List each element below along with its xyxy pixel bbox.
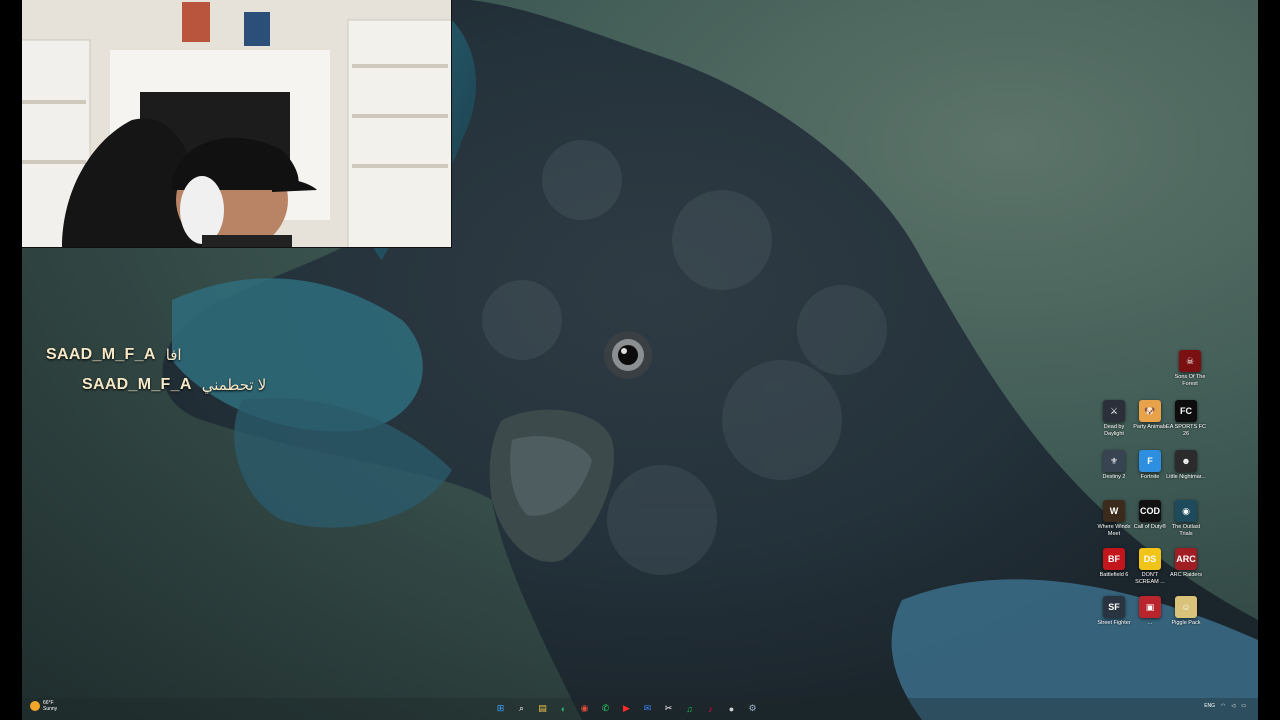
ea-sports-fc-icon: FC bbox=[1175, 400, 1197, 422]
windows-start-icon[interactable]: ⊞ bbox=[492, 700, 509, 717]
party-animals-icon: 🐶 bbox=[1139, 400, 1161, 422]
desktop-shortcut[interactable]: ☻ Little Nightmar... bbox=[1166, 450, 1206, 481]
shortcut-label: Destiny 2 bbox=[1102, 474, 1126, 480]
capcut-icon[interactable]: ✂ bbox=[660, 700, 677, 717]
shortcut-label: Call of Duty® bbox=[1133, 524, 1167, 530]
desktop-icons: ☠ Sons Of The Forest ⚔ Dead by Daylight 🐶 Par… bbox=[1092, 346, 1206, 646]
desktop-shortcut[interactable]: ◉ The Outlast Trials bbox=[1168, 500, 1204, 538]
whatsapp-icon[interactable]: ✆ bbox=[597, 700, 614, 717]
desktop-shortcut[interactable]: ⚔ Dead by Daylight bbox=[1096, 400, 1132, 438]
chat-message: SAAD_M_F_A لا تحطمني bbox=[46, 370, 266, 400]
shortcut-label: Street Fighter bbox=[1097, 620, 1131, 626]
little-nightmares-icon: ☻ bbox=[1175, 450, 1197, 472]
chat-text: افا bbox=[165, 347, 182, 364]
youtube-icon[interactable]: ▶ bbox=[618, 700, 635, 717]
sun-icon bbox=[30, 701, 40, 711]
desktop-wallpaper: SAAD_M_F_A افا SAAD_M_F_A لا تحطمني ☠ Son… bbox=[22, 0, 1258, 720]
destiny-2-icon: ⚜ bbox=[1103, 450, 1125, 472]
outlast-trials-icon: ◉ bbox=[1175, 500, 1197, 522]
desktop-shortcut[interactable]: ☠ Sons Of The Forest bbox=[1172, 350, 1208, 388]
steam-icon[interactable]: ⚙ bbox=[744, 700, 761, 717]
desktop-shortcut[interactable]: COD Call of Duty® bbox=[1132, 500, 1168, 531]
desktop-shortcut[interactable]: FC EA SPORTS FC 26 bbox=[1166, 400, 1206, 438]
where-winds-meet-icon: W bbox=[1103, 500, 1125, 522]
chat-overlay: SAAD_M_F_A افا SAAD_M_F_A لا تحطمني bbox=[46, 340, 266, 400]
game-icon: ▣ bbox=[1139, 596, 1161, 618]
fortnite-icon: F bbox=[1139, 450, 1161, 472]
shortcut-label: ARC Raiders bbox=[1169, 572, 1203, 578]
chat-username: SAAD_M_F_A bbox=[46, 346, 156, 363]
battery-icon[interactable]: ▭ bbox=[1241, 703, 1246, 709]
chat-username: SAAD_M_F_A bbox=[82, 376, 192, 393]
file-explorer-icon[interactable]: ▤ bbox=[534, 700, 551, 717]
taskbar: 66°F Sunny ⊞ ⌕ ▤ ◐ ◉ ✆ ▶ ✉ ✂ ♫ ♪ ● ⚙ ENG ◠ ◁ ▭ bbox=[22, 698, 1258, 720]
desktop-shortcut[interactable]: F Fortnite bbox=[1132, 450, 1168, 481]
desktop-shortcut[interactable]: W Where Winds Meet bbox=[1096, 500, 1132, 538]
spotify-icon[interactable]: ♫ bbox=[681, 700, 698, 717]
arc-raiders-icon: ARC bbox=[1175, 548, 1197, 570]
desktop-shortcut[interactable]: ARC ARC Raiders bbox=[1168, 548, 1204, 579]
chrome-icon[interactable]: ◉ bbox=[576, 700, 593, 717]
desktop-shortcut[interactable]: SF Street Fighter bbox=[1096, 596, 1132, 627]
shortcut-label: Piggle Pack bbox=[1171, 620, 1201, 626]
shortcut-label: DON'T SCREAM ... bbox=[1135, 572, 1165, 585]
battlefield-6-icon: BF bbox=[1103, 548, 1125, 570]
desktop-shortcut[interactable]: DS DON'T SCREAM ... bbox=[1132, 548, 1168, 586]
language-indicator[interactable]: ENG bbox=[1204, 703, 1215, 709]
desktop-shortcut[interactable]: BF Battlefield 6 bbox=[1096, 548, 1132, 579]
desktop-shortcut[interactable]: 🐶 Party Animals bbox=[1132, 400, 1168, 431]
piggle-pack-icon: ☺ bbox=[1175, 596, 1197, 618]
wifi-icon[interactable]: ◠ bbox=[1221, 703, 1225, 709]
shortcut-label: ... bbox=[1147, 620, 1153, 626]
taskbar-apps: ⊞ ⌕ ▤ ◐ ◉ ✆ ▶ ✉ ✂ ♫ ♪ ● ⚙ bbox=[492, 700, 761, 717]
volume-icon[interactable]: ◁ bbox=[1231, 703, 1235, 709]
weather-condition: Sunny bbox=[43, 706, 58, 712]
shortcut-label: Battlefield 6 bbox=[1099, 572, 1129, 578]
sons-of-the-forest-icon: ☠ bbox=[1179, 350, 1201, 372]
chat-message: SAAD_M_F_A افا bbox=[46, 340, 266, 370]
desktop-shortcut[interactable]: ☺ Piggle Pack bbox=[1168, 596, 1204, 627]
shortcut-label: Dead by Daylight bbox=[1103, 424, 1125, 437]
desktop-shortcut[interactable]: ⚜ Destiny 2 bbox=[1096, 450, 1132, 481]
shortcut-label: Fortnite bbox=[1140, 474, 1160, 480]
obs-icon[interactable]: ● bbox=[723, 700, 740, 717]
dont-scream-icon: DS bbox=[1139, 548, 1161, 570]
search-icon[interactable]: ⌕ bbox=[513, 700, 530, 717]
call-of-duty-icon: COD bbox=[1139, 500, 1161, 522]
shortcut-label: Where Winds Meet bbox=[1097, 524, 1131, 537]
dead-by-daylight-icon: ⚔ bbox=[1103, 400, 1125, 422]
street-fighter-icon: SF bbox=[1103, 596, 1125, 618]
shortcut-label: The Outlast Trials bbox=[1171, 524, 1201, 537]
shortcut-label: Little Nightmar... bbox=[1166, 474, 1206, 480]
screen-frame: SAAD_M_F_A افا SAAD_M_F_A لا تحطمني ☠ Son… bbox=[0, 0, 1280, 720]
weather-widget[interactable]: 66°F Sunny bbox=[30, 700, 57, 712]
shortcut-label: Sons Of The Forest bbox=[1174, 374, 1206, 387]
tiktok-icon[interactable]: ♪ bbox=[702, 700, 719, 717]
system-tray: ENG ◠ ◁ ▭ bbox=[1204, 703, 1246, 709]
webcam-feed-image bbox=[22, 0, 451, 247]
shortcut-label: EA SPORTS FC 26 bbox=[1166, 424, 1206, 437]
desktop-shortcut[interactable]: ▣... bbox=[1132, 596, 1168, 627]
chat-text: لا تحطمني bbox=[201, 377, 267, 394]
webcam-overlay bbox=[22, 0, 452, 248]
mail-icon[interactable]: ✉ bbox=[639, 700, 656, 717]
edge-browser-icon[interactable]: ◐ bbox=[555, 700, 572, 717]
shortcut-label: Party Animals bbox=[1133, 424, 1167, 430]
